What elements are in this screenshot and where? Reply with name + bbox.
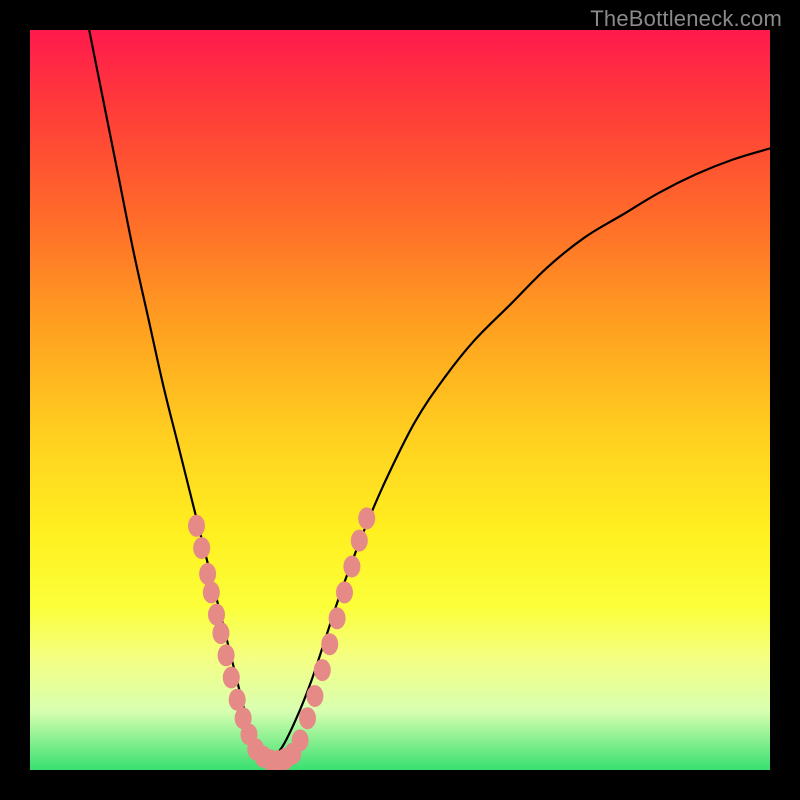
plot-area bbox=[30, 30, 770, 770]
chart-frame: TheBottleneck.com bbox=[0, 0, 800, 800]
cluster-dot bbox=[314, 659, 331, 681]
chart-svg bbox=[30, 30, 770, 770]
curve-layer bbox=[89, 30, 770, 763]
cluster-dot bbox=[306, 685, 323, 707]
watermark-text: TheBottleneck.com bbox=[590, 6, 782, 32]
cluster-dot bbox=[321, 633, 338, 655]
cluster-dot bbox=[358, 507, 375, 529]
cluster-dot bbox=[203, 581, 220, 603]
cluster-dot bbox=[199, 563, 216, 585]
curve-right-branch bbox=[267, 148, 770, 762]
cluster-dot bbox=[351, 530, 368, 552]
cluster-dot bbox=[299, 707, 316, 729]
cluster-dot bbox=[193, 537, 210, 559]
cluster-dot bbox=[212, 622, 229, 644]
cluster-dot bbox=[223, 667, 240, 689]
cluster-dot bbox=[336, 581, 353, 603]
cluster-dot bbox=[343, 556, 360, 578]
curve-left-branch bbox=[89, 30, 267, 763]
dot-layer bbox=[188, 507, 375, 770]
cluster-dot bbox=[329, 607, 346, 629]
cluster-dot bbox=[218, 644, 235, 666]
cluster-dot bbox=[292, 729, 309, 751]
cluster-dot bbox=[188, 515, 205, 537]
